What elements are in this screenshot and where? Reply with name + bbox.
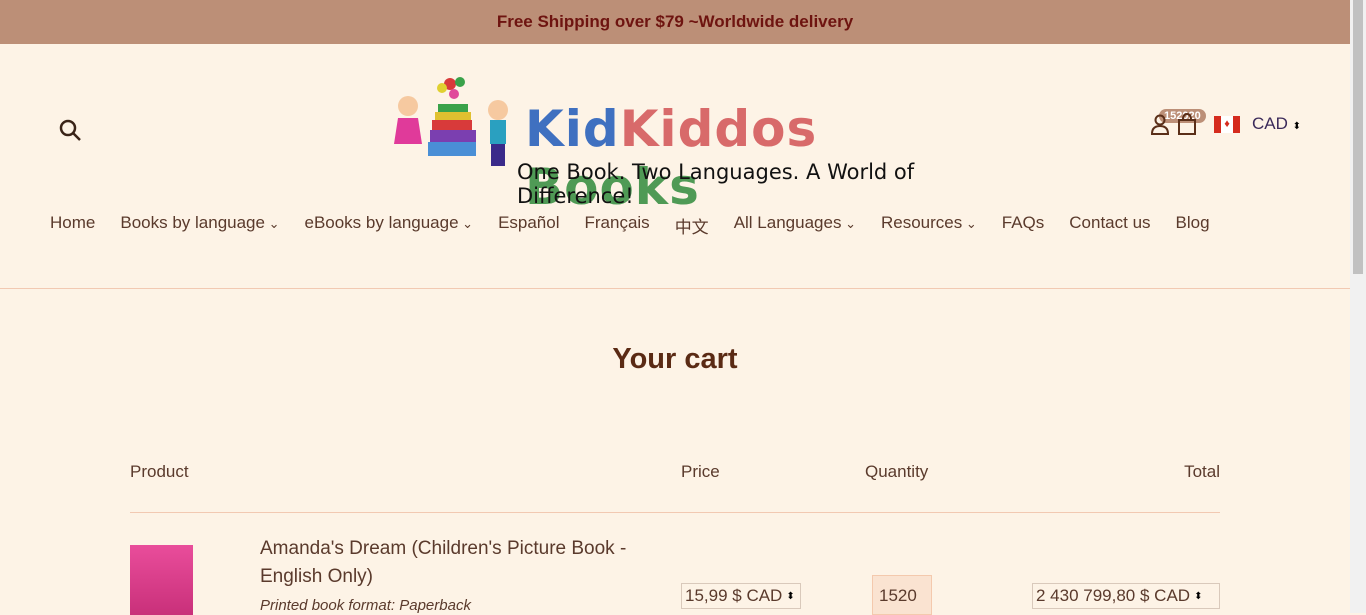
select-arrows-icon: ⬍ <box>1292 121 1302 132</box>
nav-item-6[interactable]: All Languages ⌄ <box>734 213 856 238</box>
scrollbar-thumb[interactable] <box>1353 0 1363 274</box>
main-nav: Home Books by language ⌄ eBooks by languag… <box>50 213 1210 238</box>
chevron-down-icon: ⌄ <box>458 216 474 231</box>
nav-item-10[interactable]: Blog <box>1176 213 1210 238</box>
nav-item-1[interactable]: Books by language ⌄ <box>120 213 279 238</box>
header-total: Total <box>1184 462 1220 481</box>
nav-item-4[interactable]: Français <box>585 213 650 238</box>
header-quantity: Quantity <box>865 462 929 481</box>
nav-item-7[interactable]: Resources ⌄ <box>881 213 977 238</box>
nav-item-label: Français <box>584 213 650 232</box>
scrollbar[interactable] <box>1350 0 1366 613</box>
currency-label: CAD <box>1252 114 1288 133</box>
chevron-down-icon: ⌄ <box>841 216 856 231</box>
chevron-down-icon: ⌄ <box>962 216 977 231</box>
nav-item-5[interactable]: 中文 <box>675 213 709 238</box>
header-divider <box>0 288 1350 289</box>
total-value: 2 430 799,80 $ CAD <box>1036 586 1191 605</box>
canada-flag-icon[interactable]: ♦ <box>1214 115 1240 133</box>
product-name-link[interactable]: Amanda's Dream (Children's Picture Book … <box>260 535 670 591</box>
select-arrows-icon: ⬍ <box>1194 590 1203 602</box>
product-thumbnail[interactable] <box>130 545 193 615</box>
total-select[interactable]: 2 430 799,80 $ CAD ⬍ <box>1032 583 1220 609</box>
account-icon[interactable] <box>1150 112 1170 136</box>
nav-item-label: Contact us <box>1069 213 1151 232</box>
nav-item-9[interactable]: Contact us <box>1069 213 1150 238</box>
currency-selector[interactable]: CAD ⬍ <box>1252 114 1301 134</box>
site-logo[interactable]: KidKiddos Books One Book. Two Languages.… <box>380 72 974 216</box>
nav-item-label: Books by language <box>120 213 265 232</box>
nav-item-label: Resources <box>880 213 963 232</box>
nav-item-label: Blog <box>1175 213 1210 232</box>
logo-kiddos: Kiddos <box>619 100 818 158</box>
nav-item-2[interactable]: eBooks by language ⌄ <box>304 213 473 238</box>
nav-item-label: Español <box>498 213 560 232</box>
nav-item-label: Home <box>50 213 96 232</box>
announcement-bar: Free Shipping over $79 ~Worldwide delive… <box>0 0 1350 44</box>
nav-item-3[interactable]: Español <box>498 213 559 238</box>
page-title: Your cart <box>612 343 738 375</box>
logo-kid: Kid <box>525 100 620 158</box>
nav-item-label: 中文 <box>674 218 709 237</box>
table-divider <box>130 512 1220 513</box>
price-value: 15,99 $ CAD <box>685 586 783 605</box>
header-product: Product <box>130 462 189 481</box>
logo-illustration <box>394 77 508 166</box>
nav-item-label: All Languages <box>733 213 842 232</box>
cart-icon[interactable] <box>1176 112 1198 136</box>
select-arrows-icon: ⬍ <box>786 590 795 602</box>
header-price: Price <box>681 462 720 481</box>
logo-tagline: One Book. Two Languages. A World of Diff… <box>517 160 915 208</box>
nav-item-8[interactable]: FAQs <box>1002 213 1045 238</box>
product-format: Printed book format: Paperback <box>260 597 471 614</box>
search-icon[interactable] <box>58 118 84 144</box>
nav-item-label: FAQs <box>1001 213 1045 232</box>
nav-item-label: eBooks by language <box>304 213 459 232</box>
price-select[interactable]: 15,99 $ CAD ⬍ <box>681 583 801 609</box>
quantity-input[interactable]: 1520 <box>872 575 932 615</box>
chevron-down-icon: ⌄ <box>264 216 280 231</box>
nav-item-0[interactable]: Home <box>50 213 95 238</box>
